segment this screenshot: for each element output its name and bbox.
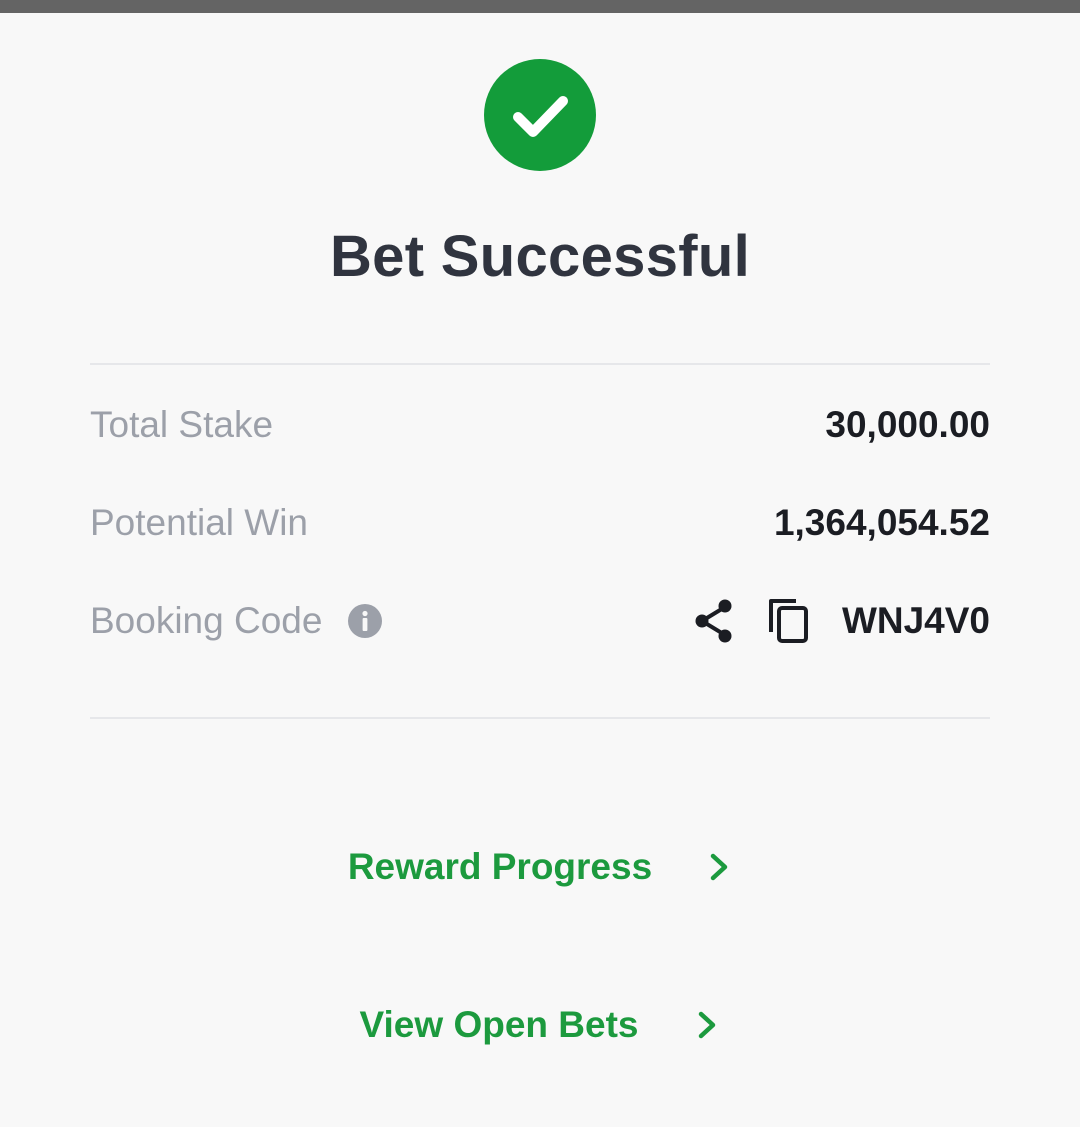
- view-open-bets-label: View Open Bets: [359, 1004, 639, 1045]
- total-stake-row: Total Stake 30,000.00: [90, 395, 990, 455]
- status-bar: [0, 0, 1080, 13]
- view-open-bets-link[interactable]: View Open Bets: [0, 995, 1080, 1055]
- chevron-right-icon: [710, 853, 728, 881]
- booking-code-row: Booking Code WNJ4V0: [90, 591, 990, 651]
- copy-icon[interactable]: [766, 596, 812, 646]
- bet-success-page: Bet Successful Total Stake 30,000.00 Pot…: [0, 13, 1080, 1127]
- potential-win-row: Potential Win 1,364,054.52: [90, 493, 990, 553]
- page-title: Bet Successful: [329, 224, 751, 289]
- reward-progress-label: Reward Progress: [347, 846, 653, 887]
- reward-progress-link[interactable]: Reward Progress: [0, 837, 1080, 897]
- share-icon[interactable]: [692, 597, 736, 645]
- divider: [90, 363, 990, 365]
- booking-code-value[interactable]: WNJ4V0: [842, 600, 990, 642]
- total-stake-label: Total Stake: [90, 404, 274, 445]
- checkmark-icon: [513, 96, 568, 137]
- chevron-right-icon: [699, 1011, 716, 1039]
- info-icon[interactable]: [348, 604, 382, 638]
- potential-win-value: 1,364,054.52: [773, 502, 990, 543]
- potential-win-label: Potential Win: [90, 502, 308, 543]
- check-circle-icon: [484, 59, 596, 171]
- total-stake-value: 30,000.00: [825, 404, 990, 445]
- divider: [90, 717, 990, 719]
- booking-code-label: Booking Code: [90, 600, 323, 641]
